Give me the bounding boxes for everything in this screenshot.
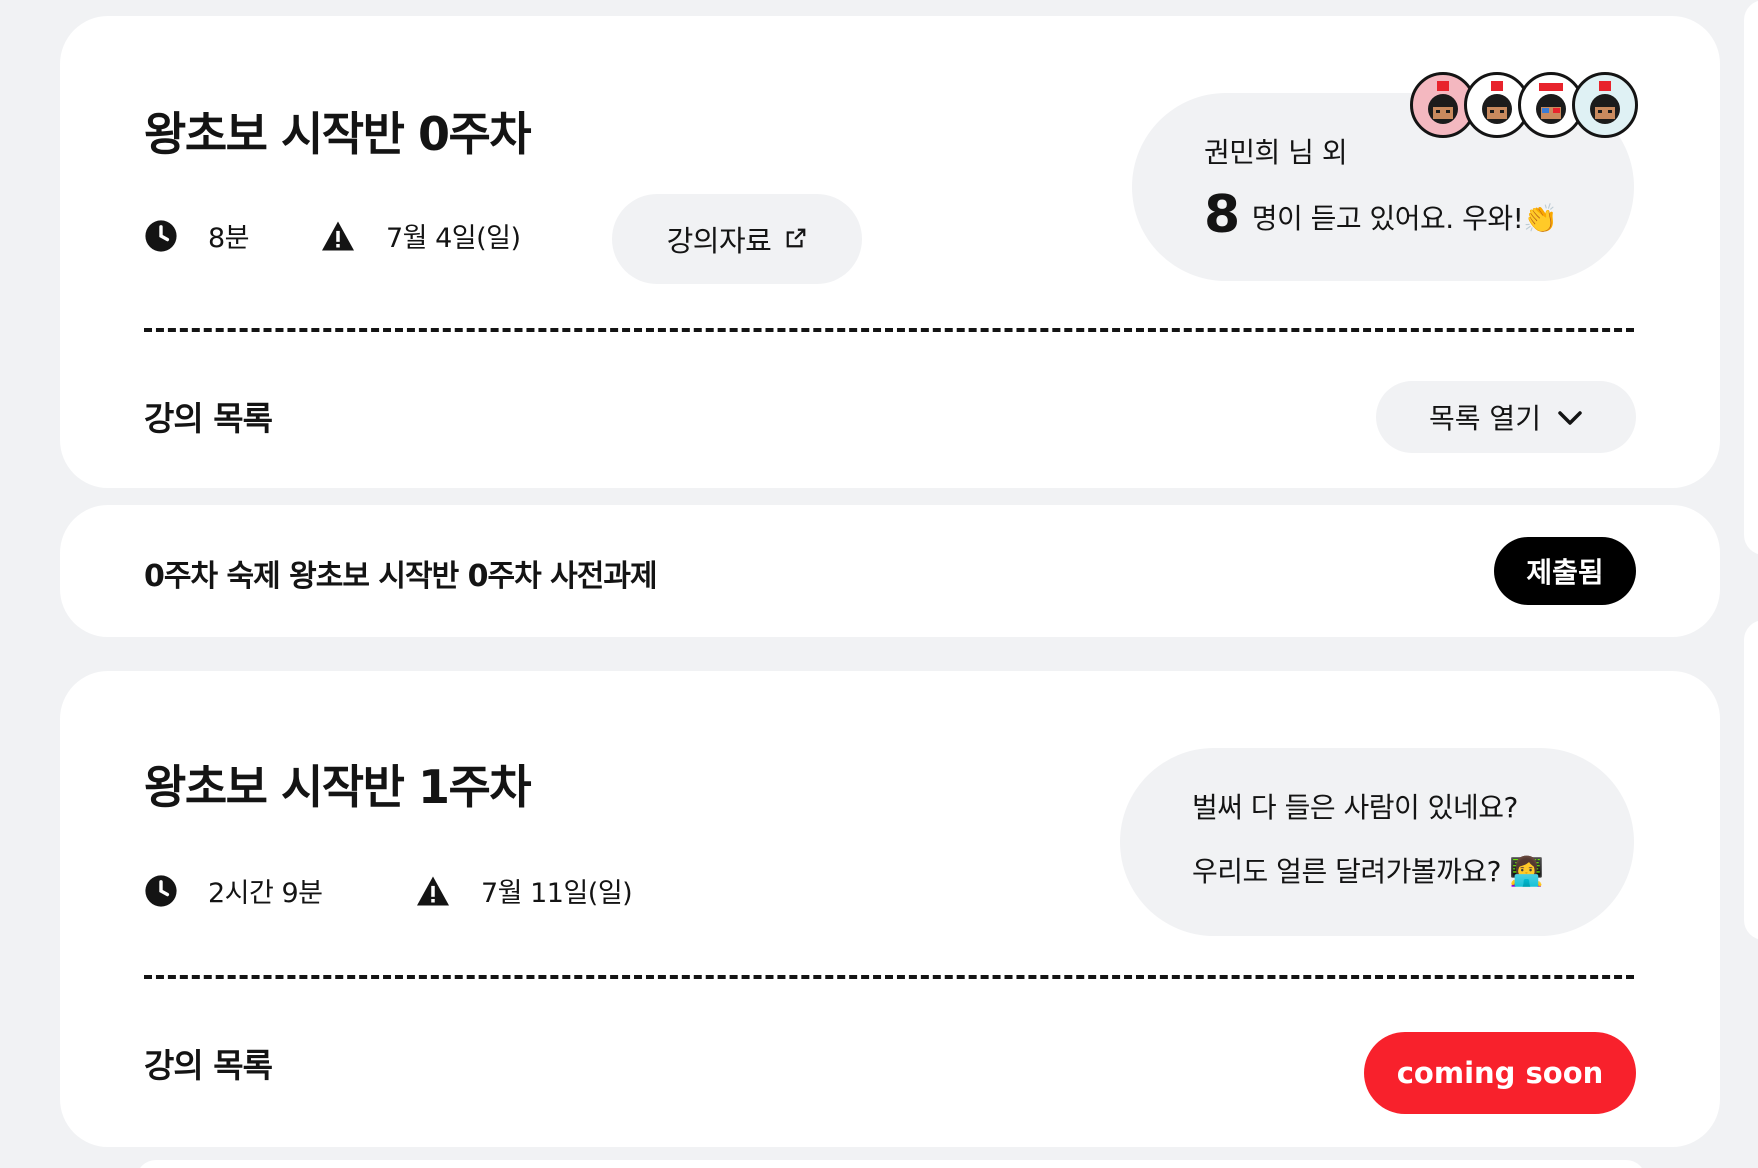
homework-card[interactable]: 0주차 숙제 왕초보 시작반 0주차 사전과제 제출됨 (60, 505, 1720, 637)
duration-meta: 8분 (144, 216, 250, 255)
date-meta: 7월 4일(일) (320, 216, 521, 255)
clock-icon (144, 874, 178, 908)
progress-line2: 우리도 얼른 달려가볼까요? 👩‍💻 (1192, 855, 1544, 888)
coming-soon-button[interactable]: coming soon (1364, 1032, 1636, 1114)
clock-icon (144, 219, 178, 253)
chevron-down-icon (1541, 401, 1583, 434)
open-list-button[interactable]: 목록 열기 (1376, 381, 1636, 453)
lecture-list-label: 강의 목록 (144, 1046, 273, 1085)
adjacent-card-edge (1744, 620, 1758, 940)
open-list-label: 목록 열기 (1429, 402, 1541, 435)
listeners-message: 명이 듣고 있어요. 우와!👏 (1251, 202, 1559, 235)
progress-bubble: 벌써 다 들은 사람이 있네요? 우리도 얼른 달려가볼까요? 👩‍💻 (1120, 748, 1634, 936)
lecture-material-button[interactable]: 강의자료 (612, 194, 862, 284)
avatar (1572, 72, 1638, 138)
homework-title: 0주차 숙제 왕초보 시작반 0주차 사전과제 (144, 559, 658, 594)
submitted-badge[interactable]: 제출됨 (1494, 537, 1636, 605)
adjacent-card-edge (1744, 0, 1758, 555)
warning-icon (320, 220, 356, 252)
week-title: 왕초보 시작반 0주차 (144, 107, 532, 161)
listeners-line2: 8 명이 듣고 있어요. 우와!👏 (1204, 185, 1558, 245)
section-divider (144, 975, 1634, 979)
duration-text: 8분 (208, 223, 250, 254)
section-divider (144, 328, 1634, 332)
listeners-line1: 권민희 님 외 (1204, 136, 1348, 169)
warning-icon (415, 875, 451, 907)
duration-meta: 2시간 9분 (144, 871, 323, 910)
progress-line1: 벌써 다 들은 사람이 있네요? (1192, 791, 1518, 824)
week-card-0: 왕초보 시작반 0주차 8분 7월 4일(일) 강의자료 권민희 님 외 8 명이… (60, 16, 1720, 488)
date-meta: 7월 11일(일) (415, 871, 633, 910)
listener-avatars (1410, 72, 1640, 138)
listener-count: 8 (1204, 185, 1240, 245)
week-title: 왕초보 시작반 1주차 (144, 760, 532, 814)
week-card-1: 왕초보 시작반 1주차 2시간 9분 7월 11일(일) 벌써 다 들은 사람이… (60, 671, 1720, 1147)
lecture-list-label: 강의 목록 (144, 399, 273, 438)
next-week-card (136, 1160, 1646, 1168)
date-text: 7월 4일(일) (386, 223, 521, 254)
external-link-icon (771, 222, 807, 256)
lecture-material-label: 강의자료 (666, 224, 772, 258)
duration-text: 2시간 9분 (208, 878, 323, 909)
date-text: 7월 11일(일) (481, 878, 633, 909)
